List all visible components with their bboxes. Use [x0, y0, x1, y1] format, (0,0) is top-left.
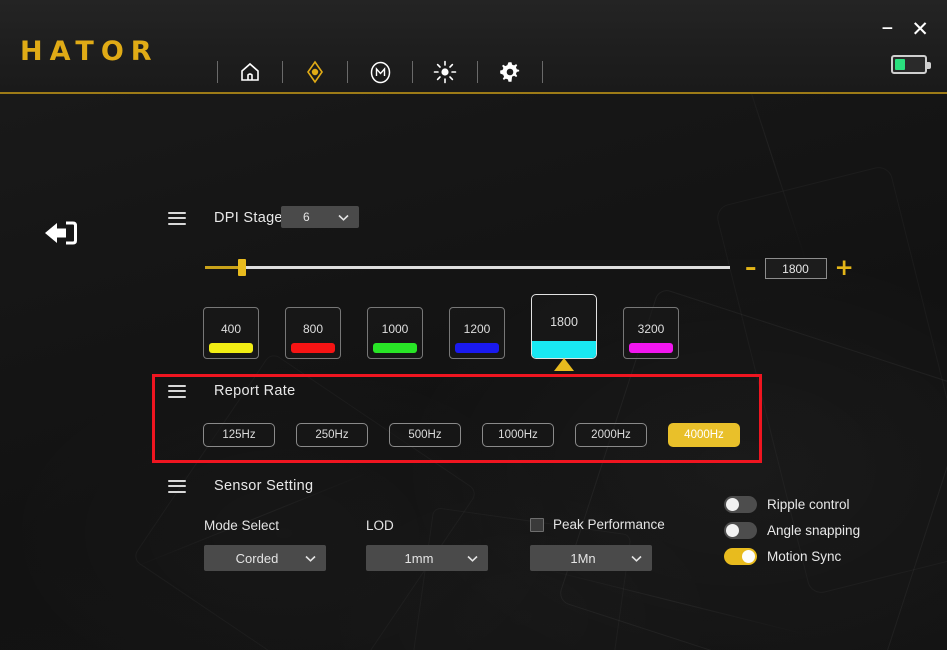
- report-rate-section-header: Report Rate: [168, 383, 295, 399]
- toggle-knob: [726, 498, 739, 511]
- back-button[interactable]: [42, 216, 82, 250]
- report-rate-option[interactable]: 2000Hz: [575, 423, 647, 447]
- nav-divider: [542, 61, 543, 83]
- dpi-stage-pointer-icon: [554, 358, 574, 371]
- dpi-stages-count-dropdown[interactable]: 6: [281, 206, 359, 228]
- sensor-setting-section-header: Sensor Setting: [168, 478, 313, 494]
- nav-divider: [412, 61, 413, 83]
- menu-icon[interactable]: [168, 479, 186, 493]
- peak-performance-label: Peak Performance: [553, 517, 665, 532]
- battery-fill: [895, 59, 905, 70]
- toggle-knob: [726, 524, 739, 537]
- battery-indicator: [891, 55, 931, 74]
- dpi-slider[interactable]: [205, 259, 730, 276]
- dpi-slider-handle[interactable]: [238, 259, 246, 276]
- dpi-stage-value: 800: [302, 322, 324, 336]
- main-navigation: [200, 52, 560, 92]
- report-rate-option[interactable]: 250Hz: [296, 423, 368, 447]
- dpi-stage-list: 400 800 1000 1200 1800 3200: [203, 294, 679, 371]
- dpi-stage-value: 1200: [463, 322, 491, 336]
- peak-performance-time-dropdown[interactable]: 1Mn: [530, 545, 652, 571]
- nav-divider: [217, 61, 218, 83]
- report-rate-option[interactable]: 500Hz: [389, 423, 461, 447]
- minimize-button[interactable]: –: [881, 15, 893, 39]
- dpi-stage-card[interactable]: 1200: [449, 307, 505, 359]
- report-rate-option[interactable]: 1000Hz: [482, 423, 554, 447]
- motion-sync-row[interactable]: Motion Sync: [724, 548, 860, 565]
- mode-select-dropdown[interactable]: Corded: [204, 545, 326, 571]
- motion-sync-label: Motion Sync: [767, 549, 842, 564]
- dpi-stage-color-bar: [373, 343, 417, 353]
- dpi-icon[interactable]: [300, 57, 330, 87]
- mode-select-value: Corded: [235, 550, 279, 566]
- lod-dropdown[interactable]: 1mm: [366, 545, 488, 571]
- dpi-value-stepper: – 1800 +: [745, 257, 854, 280]
- dpi-increase-button[interactable]: +: [835, 257, 854, 280]
- macro-icon[interactable]: [365, 57, 395, 87]
- ripple-control-toggle[interactable]: [724, 496, 757, 513]
- peak-performance-toggle-row[interactable]: Peak Performance: [530, 517, 665, 532]
- menu-icon[interactable]: [168, 211, 186, 225]
- dpi-stages-title: DPI Stages: [214, 210, 291, 226]
- chevron-down-icon: [338, 214, 349, 221]
- nav-divider: [282, 61, 283, 83]
- dpi-stage-value: 400: [220, 322, 242, 336]
- lod-label: LOD: [366, 518, 394, 533]
- chevron-down-icon: [631, 555, 642, 562]
- lod-value: 1mm: [404, 550, 434, 566]
- title-bar: HATOR – ✕: [0, 0, 947, 94]
- dpi-stage-color-bar: [629, 343, 673, 353]
- hator-mouse-configurator-window: HATOR – ✕ DPI Stages 6 – 1800 + 400 800 …: [0, 0, 947, 650]
- dpi-stages-count-value: 6: [303, 210, 310, 224]
- peak-performance-time-value: 1Mn: [570, 550, 596, 566]
- dpi-stage-card-selected[interactable]: 1800: [531, 294, 597, 371]
- nav-divider: [347, 61, 348, 83]
- background-texture: [524, 563, 816, 638]
- sensor-setting-title: Sensor Setting: [214, 478, 314, 494]
- ripple-control-label: Ripple control: [767, 497, 850, 512]
- dpi-stage-color-bar: [291, 343, 335, 353]
- report-rate-option-selected[interactable]: 4000Hz: [668, 423, 740, 447]
- dpi-stage-value: 1800: [550, 315, 578, 329]
- window-controls: – ✕: [881, 15, 929, 41]
- report-rate-option[interactable]: 125Hz: [203, 423, 275, 447]
- report-rate-title: Report Rate: [214, 383, 296, 399]
- angle-snapping-toggle[interactable]: [724, 522, 757, 539]
- sensor-toggle-list: Ripple control Angle snapping Motion Syn…: [724, 496, 860, 565]
- dpi-value-input[interactable]: 1800: [764, 258, 827, 279]
- home-icon[interactable]: [235, 57, 265, 87]
- report-rate-options: 125Hz 250Hz 500Hz 1000Hz 2000Hz 4000Hz: [203, 423, 740, 447]
- dpi-stage-value: 1000: [381, 322, 409, 336]
- dpi-stages-section-header: DPI Stages: [168, 210, 290, 226]
- dpi-stage-card[interactable]: 400: [203, 307, 259, 359]
- dpi-stage-card[interactable]: 1000: [367, 307, 423, 359]
- peak-performance-checkbox[interactable]: [530, 517, 544, 532]
- dpi-stage-color-bar: [455, 343, 499, 353]
- settings-icon[interactable]: [495, 57, 525, 87]
- chevron-down-icon: [467, 555, 478, 562]
- angle-snapping-row[interactable]: Angle snapping: [724, 522, 860, 539]
- lighting-icon[interactable]: [430, 57, 460, 87]
- dpi-slider-track: [242, 266, 730, 269]
- dpi-slider-filled-track: [205, 266, 242, 269]
- angle-snapping-label: Angle snapping: [767, 523, 861, 538]
- motion-sync-toggle[interactable]: [724, 548, 757, 565]
- dpi-stage-card[interactable]: 800: [285, 307, 341, 359]
- dpi-decrease-button[interactable]: –: [745, 257, 757, 280]
- dpi-stage-color-bar: [209, 343, 253, 353]
- nav-divider: [477, 61, 478, 83]
- mode-select-label: Mode Select: [204, 518, 280, 533]
- ripple-control-row[interactable]: Ripple control: [724, 496, 860, 513]
- dpi-stage-value: 3200: [637, 322, 665, 336]
- close-button[interactable]: ✕: [911, 18, 929, 40]
- toggle-knob: [742, 550, 755, 563]
- menu-icon[interactable]: [168, 384, 186, 398]
- brand-logo: HATOR: [20, 36, 159, 67]
- chevron-down-icon: [305, 555, 316, 562]
- dpi-stage-color-bar: [532, 341, 596, 358]
- dpi-stage-card[interactable]: 3200: [623, 307, 679, 359]
